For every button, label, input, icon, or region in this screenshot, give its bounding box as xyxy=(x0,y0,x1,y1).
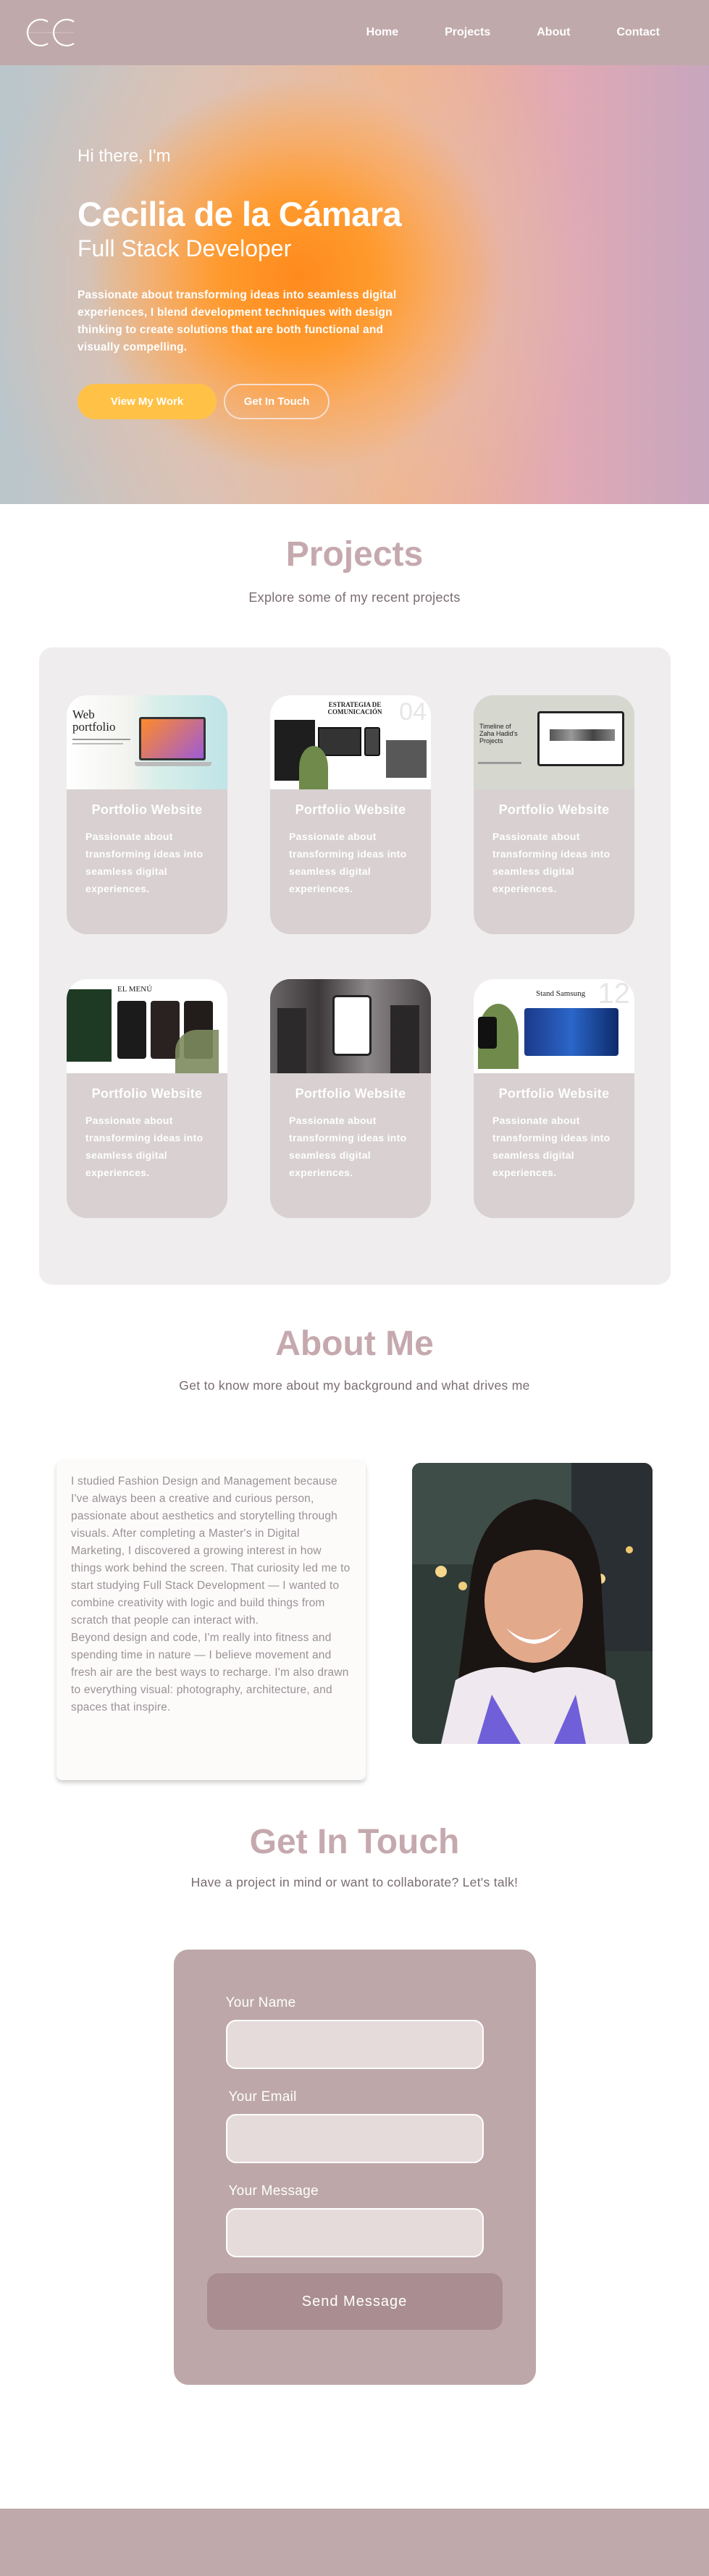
footer xyxy=(0,2509,709,2576)
nav-link-home[interactable]: Home xyxy=(343,26,421,39)
thumb-laptop-base xyxy=(135,762,211,766)
thumb-screen xyxy=(318,727,361,756)
project-thumbnail: ESTRATEGIA DE COMUNICACIÓN 04 xyxy=(270,695,431,789)
thumb-tablet xyxy=(537,711,624,766)
page: Home Projects About Contact Hi there, I'… xyxy=(0,0,709,2576)
project-description: Passionate about transforming ideas into… xyxy=(85,1115,204,1178)
project-thumb-caption: Timeline of Zaha Hadid's Projects xyxy=(479,723,518,744)
thumb-number: 04 xyxy=(399,698,427,726)
hero-buttons: View My Work Get In Touch xyxy=(77,384,709,419)
email-field[interactable] xyxy=(225,2114,484,2163)
hero-name: Cecilia de la Cámara xyxy=(77,195,402,233)
name-field[interactable] xyxy=(225,2020,484,2069)
thumb-number: 12 xyxy=(597,979,631,1010)
nav-links: Home Projects About Contact xyxy=(343,26,686,39)
about-paragraph: I studied Fashion Design and Management … xyxy=(71,1475,351,1627)
project-card[interactable]: Stand Samsung 12 Portfolio Website Passi… xyxy=(474,979,634,1218)
about-paragraph: Beyond design and code, I'm really into … xyxy=(71,1632,349,1713)
thumb-figure xyxy=(390,1005,419,1073)
project-title: Portfolio Website xyxy=(295,802,406,817)
hero-section: Hi there, I'm Cecilia de la Cámara Full … xyxy=(0,65,709,504)
project-description: Passionate about transforming ideas into… xyxy=(85,831,204,894)
about-subtitle: Get to know more about my background and… xyxy=(179,1378,530,1393)
email-label: Your Email xyxy=(228,2089,297,2105)
project-description: Passionate about transforming ideas into… xyxy=(289,831,407,894)
about-section: About Me Get to know more about my backg… xyxy=(0,1285,709,1822)
thumb-timeline xyxy=(550,729,615,741)
project-description: Passionate about transforming ideas into… xyxy=(289,1115,407,1178)
hero-description: Passionate about transforming ideas into… xyxy=(77,289,397,353)
project-card[interactable]: EL MENÚ Portfolio Website Passionate abo… xyxy=(67,979,227,1218)
about-body: I studied Fashion Design and Management … xyxy=(0,1460,709,1822)
project-thumb-caption: Web portfolio xyxy=(72,708,116,734)
project-card[interactable]: Portfolio Website Passionate about trans… xyxy=(270,979,431,1218)
hero-greeting: Hi there, I'm xyxy=(77,146,171,166)
project-card[interactable]: Timeline of Zaha Hadid's Projects Portfo… xyxy=(474,695,634,934)
project-thumbnail: Web portfolio xyxy=(67,695,227,789)
projects-grid: Web portfolio Portfolio Website Passiona… xyxy=(39,647,671,1285)
thumb-line xyxy=(72,743,123,744)
project-thumbnail xyxy=(270,979,431,1073)
profile-photo xyxy=(412,1463,653,1744)
thumb-phone xyxy=(364,727,380,756)
thumb-phone xyxy=(117,1001,146,1059)
thumb-line xyxy=(478,762,521,764)
view-my-work-button[interactable]: View My Work xyxy=(77,384,217,419)
profile-portrait-icon xyxy=(412,1463,653,1744)
message-field[interactable] xyxy=(225,2208,484,2257)
projects-section: Projects Explore some of my recent proje… xyxy=(0,504,709,1285)
navbar: Home Projects About Contact xyxy=(0,0,709,65)
message-label: Your Message xyxy=(228,2183,319,2199)
project-card[interactable]: ESTRATEGIA DE COMUNICACIÓN 04 Portfolio … xyxy=(270,695,431,934)
about-text-card: I studied Fashion Design and Management … xyxy=(56,1460,366,1780)
thumb-phone xyxy=(478,1017,497,1049)
thumb-line xyxy=(72,739,130,740)
thumb-phone xyxy=(332,995,372,1056)
project-title: Portfolio Website xyxy=(498,1086,610,1101)
thumb-panel xyxy=(386,740,427,778)
project-title: Portfolio Website xyxy=(498,802,610,817)
project-thumb-caption: ESTRATEGIA DE COMUNICACIÓN xyxy=(327,701,382,716)
project-thumb-caption: EL MENÚ xyxy=(117,985,153,994)
project-card[interactable]: Web portfolio Portfolio Website Passiona… xyxy=(67,695,227,934)
contact-title: Get In Touch xyxy=(249,1823,460,1861)
thumb-stand xyxy=(524,1008,618,1056)
send-message-button[interactable]: Send Message xyxy=(206,2273,503,2330)
nav-link-projects[interactable]: Projects xyxy=(421,26,513,39)
hero-role: Full Stack Developer xyxy=(77,235,292,261)
project-description: Passionate about transforming ideas into… xyxy=(492,1115,611,1178)
contact-form: Your Name Your Email Your Message Send M… xyxy=(173,1950,536,2385)
nav-link-about[interactable]: About xyxy=(513,26,593,39)
logo[interactable] xyxy=(22,14,80,51)
about-title: About Me xyxy=(275,1325,434,1363)
thumb-menu-cover xyxy=(67,989,112,1062)
project-thumbnail: Timeline of Zaha Hadid's Projects xyxy=(474,695,634,789)
projects-title: Projects xyxy=(285,535,424,574)
get-in-touch-button[interactable]: Get In Touch xyxy=(224,384,330,419)
thumb-figure xyxy=(277,1008,306,1073)
project-title: Portfolio Website xyxy=(295,1086,406,1101)
project-title: Portfolio Website xyxy=(91,1086,203,1101)
logo-cc-icon xyxy=(26,18,75,47)
thumb-laptop-screen xyxy=(139,717,206,760)
name-label: Your Name xyxy=(225,1995,296,2010)
project-description: Passionate about transforming ideas into… xyxy=(492,831,611,894)
project-thumbnail: Stand Samsung 12 xyxy=(474,979,634,1073)
project-thumb-caption: Stand Samsung xyxy=(536,989,586,998)
project-title: Portfolio Website xyxy=(91,802,203,817)
contact-section: Get In Touch Have a project in mind or w… xyxy=(0,1822,709,2385)
thumb-plant xyxy=(299,746,328,789)
thumb-plant xyxy=(175,1030,219,1073)
nav-link-contact[interactable]: Contact xyxy=(593,26,686,39)
contact-subtitle: Have a project in mind or want to collab… xyxy=(190,1875,519,1889)
project-thumbnail: EL MENÚ xyxy=(67,979,227,1073)
projects-subtitle: Explore some of my recent projects xyxy=(248,590,461,605)
